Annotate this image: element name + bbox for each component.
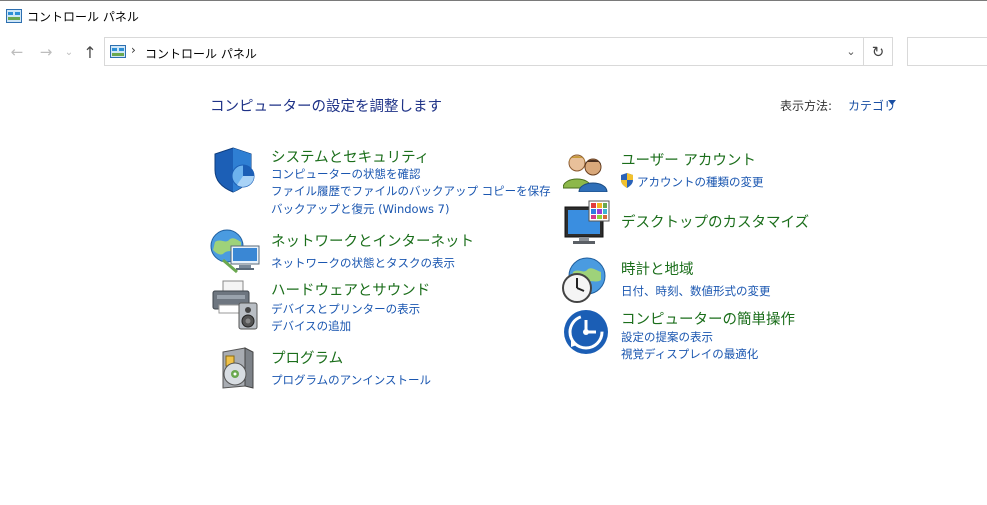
title-bar: コントロール パネル — [0, 0, 987, 31]
link-uninstall-program[interactable]: プログラムのアンインストール — [271, 372, 431, 388]
window-title: コントロール パネル — [27, 10, 139, 24]
link-devices-printers[interactable]: デバイスとプリンターの表示 — [271, 301, 420, 317]
address-dropdown-icon[interactable]: ⌄ — [839, 38, 863, 65]
category-system-security[interactable]: システムとセキュリティ — [271, 146, 429, 167]
ease-of-access-icon[interactable] — [563, 309, 609, 355]
address-bar[interactable]: › コントロール パネル ⌄ — [104, 37, 864, 66]
recent-locations-icon[interactable]: ⌄ — [63, 37, 75, 67]
link-change-date-time-format[interactable]: 日付、時刻、数値形式の変更 — [621, 283, 771, 299]
category-network-internet[interactable]: ネットワークとインターネット — [271, 230, 474, 251]
category-hardware-sound[interactable]: ハードウェアとサウンド — [271, 279, 430, 300]
programs-disc-icon[interactable] — [217, 346, 259, 390]
breadcrumb-control-panel[interactable]: コントロール パネル — [145, 45, 257, 62]
forward-arrow-icon[interactable]: → — [36, 37, 56, 67]
desktop-customize-icon[interactable] — [563, 199, 611, 247]
link-add-device[interactable]: デバイスの追加 — [271, 318, 351, 334]
link-file-history-backup[interactable]: ファイル履歴でファイルのバックアップ コピーを保存 — [271, 183, 551, 199]
uac-shield-icon — [621, 173, 633, 188]
category-clock-region[interactable]: 時計と地域 — [621, 258, 694, 279]
user-accounts-icon[interactable] — [563, 152, 609, 192]
link-check-computer-status[interactable]: コンピューターの状態を確認 — [271, 166, 421, 182]
navigation-bar: ← → ⌄ ↑ › コントロール パネル ⌄ ↻ — [0, 37, 987, 67]
link-optimize-visual-display[interactable]: 視覚ディスプレイの最適化 — [621, 346, 758, 362]
view-by-label: 表示方法: — [780, 99, 833, 113]
category-ease-of-access[interactable]: コンピューターの簡単操作 — [621, 308, 795, 329]
category-programs[interactable]: プログラム — [271, 347, 343, 368]
up-arrow-icon[interactable]: ↑ — [80, 37, 100, 67]
search-input[interactable] — [907, 37, 987, 66]
back-arrow-icon[interactable]: ← — [7, 37, 27, 67]
shield-icon[interactable] — [211, 146, 259, 194]
control-panel-icon — [6, 9, 22, 23]
link-let-windows-suggest[interactable]: 設定の提案の表示 — [621, 329, 713, 345]
link-backup-restore[interactable]: バックアップと復元 (Windows 7) — [271, 201, 449, 217]
category-user-accounts[interactable]: ユーザー アカウント — [621, 149, 756, 170]
link-change-account-type[interactable]: アカウントの種類の変更 — [637, 174, 764, 190]
view-by-dropdown-arrow-icon[interactable] — [888, 100, 896, 105]
clock-globe-icon[interactable] — [561, 256, 609, 304]
refresh-icon[interactable]: ↻ — [864, 37, 893, 66]
category-appearance[interactable]: デスクトップのカスタマイズ — [621, 211, 809, 232]
page-title: コンピューターの設定を調整します — [210, 99, 442, 115]
printer-speaker-icon[interactable] — [211, 279, 261, 331]
network-globe-icon[interactable] — [209, 228, 261, 274]
control-panel-icon — [110, 45, 126, 58]
link-network-status[interactable]: ネットワークの状態とタスクの表示 — [271, 255, 455, 271]
breadcrumb-chevron-icon[interactable]: › — [131, 43, 136, 57]
